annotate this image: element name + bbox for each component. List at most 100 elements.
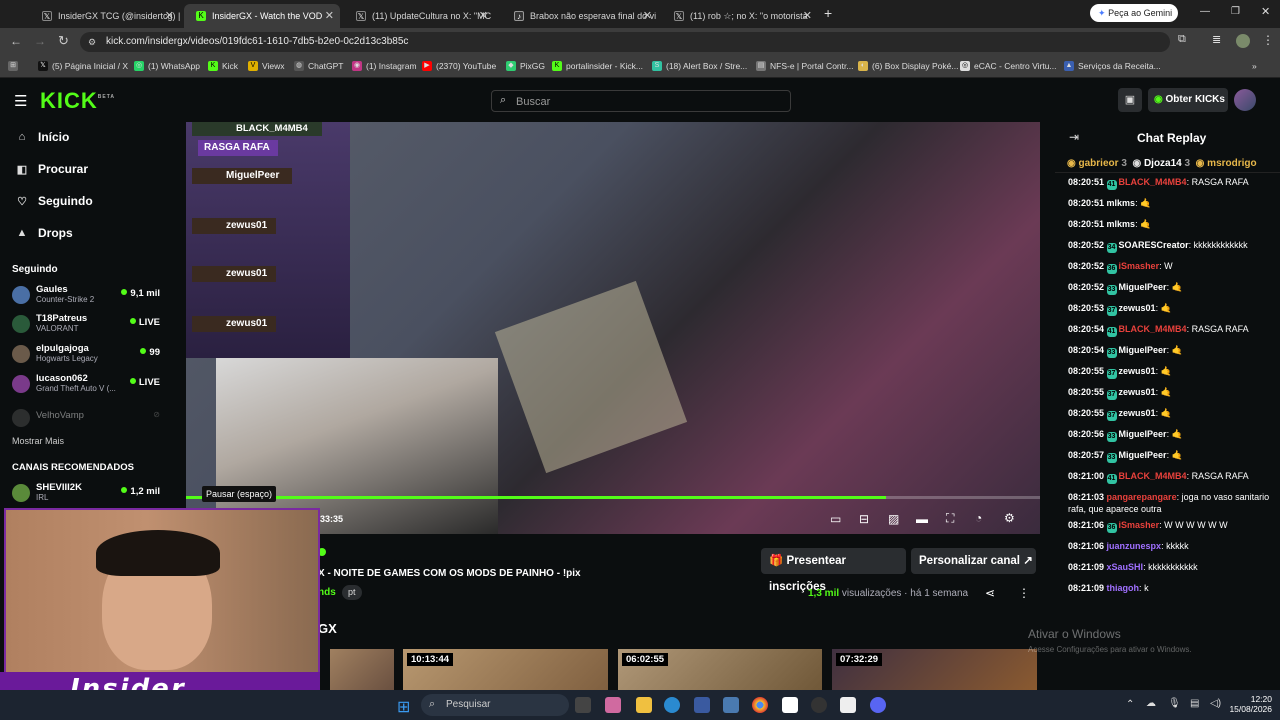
bookmark-item[interactable]: ◎ (1) WhatsApp — [134, 61, 200, 71]
message-username[interactable]: pangarepangare — [1107, 492, 1177, 502]
category-link[interactable]: nds — [318, 587, 336, 598]
apps-icon[interactable]: ⊞ — [8, 61, 22, 71]
bookmark-item[interactable]: ◆ PixGG — [506, 61, 545, 71]
following-channel[interactable]: T18Patreus VALORANT LIVE — [12, 313, 160, 339]
following-channel[interactable]: lucason062 Grand Theft Auto V (... LIVE — [12, 373, 160, 399]
following-channel-offline[interactable]: VelhoVamp ⊘ — [12, 407, 160, 433]
pip-icon[interactable]: ▭ — [830, 512, 841, 526]
tray-chevron-icon[interactable]: ⌃ — [1126, 699, 1134, 710]
following-channel[interactable]: elpulgajoga Hogwarts Legacy 99 — [12, 343, 160, 369]
bookmark-item[interactable]: ▤ NFS-e | Portal Contr... — [756, 61, 853, 71]
close-icon[interactable]: ✕ — [643, 9, 652, 22]
user-avatar[interactable] — [1234, 89, 1256, 111]
bookmark-item[interactable]: ▲ Serviços da Receita... — [1064, 61, 1161, 71]
video-player[interactable]: BLACK_M4MB4 RASGA RAFA MiguelPeer zewus0… — [186, 122, 1040, 534]
bookmark-item[interactable]: S (18) Alert Box / Stre... — [652, 61, 747, 71]
microphone-icon[interactable]: 🎙 — [1168, 698, 1181, 709]
bookmark-item[interactable]: ◎ eCAC - Centro Virtu... — [960, 61, 1057, 71]
search-input[interactable]: ⌕ Buscar — [491, 90, 791, 112]
bookmark-item[interactable]: ▶ (2370) YouTube — [422, 61, 496, 71]
video-thumbnail[interactable]: 10:13:44 — [403, 649, 608, 690]
close-icon[interactable]: ✕ — [165, 9, 174, 22]
store-icon[interactable] — [694, 697, 710, 713]
bookmark-item[interactable]: ◍ ChatGPT — [294, 61, 343, 71]
address-bar[interactable]: ⚙ kick.com/insidergx/videos/019fdc61-1610… — [80, 32, 1170, 52]
message-username[interactable]: zewus01 — [1119, 303, 1156, 313]
profile-avatar[interactable] — [1236, 34, 1250, 48]
clock[interactable]: 12:20 15/08/2026 — [1228, 694, 1272, 714]
progress-track[interactable] — [186, 496, 1040, 499]
bookmark-item[interactable]: Kportalinsider - Kick... — [552, 61, 643, 71]
edge-icon[interactable] — [664, 697, 680, 713]
message-username[interactable]: zewus01 — [1119, 387, 1156, 397]
screenshot-icon[interactable]: ▨ — [888, 512, 899, 526]
speed-icon[interactable]: ◔ — [975, 511, 982, 525]
nav-browse[interactable]: ◧ Procurar — [16, 162, 88, 176]
language-tag[interactable]: pt — [342, 585, 362, 600]
extensions-icon[interactable]: ⧉ — [1178, 33, 1186, 46]
browser-tab[interactable]: 𝕏 InsiderGX TCG (@insidertcg) | T ✕ — [30, 4, 180, 28]
onedrive-icon[interactable]: ☁ — [1146, 698, 1156, 709]
bookmark-item[interactable]: ◐ (6) Box Display Poké... — [858, 61, 958, 71]
message-username[interactable]: BLACK_M4MB4 — [1119, 471, 1187, 481]
copilot-icon[interactable] — [605, 697, 621, 713]
message-username[interactable]: MiguelPeer — [1119, 450, 1167, 460]
message-username[interactable]: MiguelPeer — [1119, 429, 1167, 439]
nav-home[interactable]: ⌂ Início — [16, 130, 70, 144]
site-info-icon[interactable]: ⚙ — [88, 32, 96, 52]
browser-tab[interactable]: 𝕏 (11) UpdateCultura no X: "MC F ✕ — [344, 4, 494, 28]
collapse-chat-icon[interactable]: ⇥ — [1069, 130, 1079, 144]
menu-icon[interactable]: ⋮ — [1262, 33, 1274, 47]
browser-tab[interactable]: 𝕏 (11) rob ☆; no X: "o motorista ✕ — [662, 4, 818, 28]
gemini-button[interactable]: ✦ Peça ao Gemini — [1090, 4, 1178, 22]
app-icon[interactable] — [840, 697, 856, 713]
message-username[interactable]: zewus01 — [1119, 408, 1156, 418]
close-icon[interactable]: ✕ — [325, 9, 334, 22]
bookmark-item[interactable]: 𝕏 (5) Página Inicial / X — [38, 61, 128, 71]
browser-tab[interactable]: ♪ Brabox não esperava final do vi ✕ — [502, 4, 658, 28]
obs-icon[interactable] — [811, 697, 827, 713]
message-username[interactable]: thiagoh — [1107, 583, 1140, 593]
windows-start-icon[interactable]: ⊞ — [397, 697, 410, 717]
close-icon[interactable]: ✕ — [479, 9, 488, 22]
following-channel[interactable]: Gaules Counter-Strike 2 9,1 mil — [12, 284, 160, 310]
message-username[interactable]: mlkms — [1107, 198, 1136, 208]
new-tab-icon[interactable]: + — [824, 5, 832, 21]
mail-icon[interactable] — [723, 697, 739, 713]
bookmark-item[interactable]: K Kick — [208, 61, 238, 71]
video-thumbnail[interactable] — [330, 649, 394, 690]
message-username[interactable]: iSmasher — [1119, 261, 1160, 271]
message-username[interactable]: iSmasher — [1119, 520, 1160, 530]
minimize-icon[interactable]: — — [1200, 6, 1210, 17]
show-more-link[interactable]: Mostrar Mais — [12, 436, 64, 446]
network-icon[interactable]: ▤ — [1190, 698, 1199, 709]
message-username[interactable]: MiguelPeer — [1119, 282, 1167, 292]
chrome-icon[interactable] — [752, 697, 768, 713]
message-username[interactable]: zewus01 — [1119, 366, 1156, 376]
task-view-icon[interactable] — [575, 697, 591, 713]
more-bookmarks-icon[interactable]: » — [1252, 61, 1257, 71]
maximize-icon[interactable]: ❐ — [1231, 6, 1240, 17]
reload-icon[interactable]: ↻ — [58, 33, 69, 49]
media-icon[interactable]: ≣ — [1212, 33, 1221, 46]
forward-icon[interactable]: → — [34, 34, 46, 48]
close-icon[interactable]: ✕ — [803, 9, 812, 22]
message-username[interactable]: mlkms — [1107, 219, 1136, 229]
nav-drops[interactable]: ▲ Drops — [16, 226, 73, 240]
get-kicks-button[interactable]: ◉ Obter KICKs — [1148, 88, 1228, 112]
settings-icon[interactable]: ⚙ — [1004, 511, 1015, 525]
message-username[interactable]: BLACK_M4MB4 — [1119, 324, 1187, 334]
kick-logo[interactable]: KICKBETA — [40, 88, 115, 114]
volume-icon[interactable]: ◁) — [1210, 698, 1221, 709]
gift-subs-button[interactable]: 🎁 Presentear inscrições — [761, 548, 906, 593]
file-explorer-icon[interactable] — [636, 697, 652, 713]
fullscreen-icon[interactable]: ⛶ — [946, 511, 954, 526]
video-thumbnail[interactable]: 07:32:29 — [832, 649, 1037, 690]
message-username[interactable]: MiguelPeer — [1119, 345, 1167, 355]
close-window-icon[interactable]: ✕ — [1261, 5, 1270, 18]
more-options-icon[interactable]: ⋮ — [1018, 586, 1030, 600]
capcut-icon[interactable] — [782, 697, 798, 713]
hamburger-icon[interactable]: ☰ — [14, 92, 27, 110]
message-username[interactable]: SOARESCreator — [1119, 240, 1189, 250]
nav-following[interactable]: ♡ Seguindo — [16, 194, 93, 208]
